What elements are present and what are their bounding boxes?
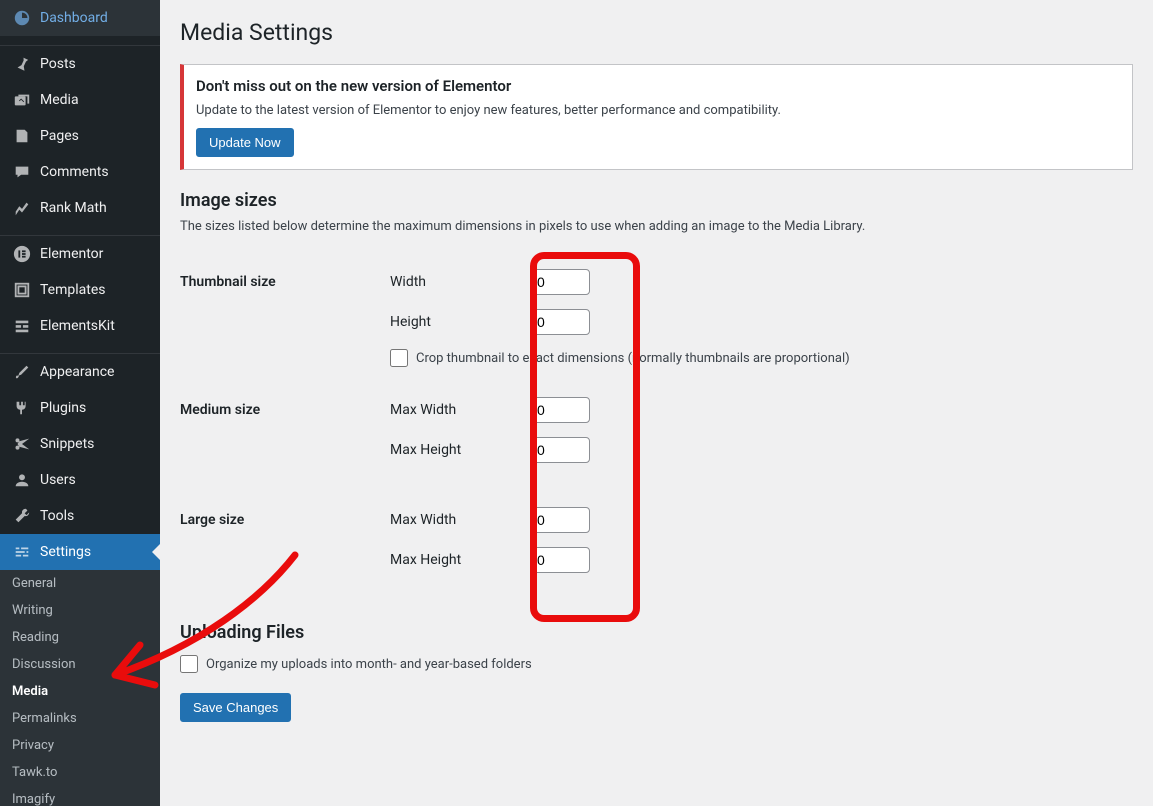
submenu-permalinks[interactable]: Permalinks (0, 705, 160, 732)
update-now-button[interactable]: Update Now (196, 128, 294, 157)
sidebar-item-snippets[interactable]: Snippets (0, 426, 160, 462)
sidebar-item-pages[interactable]: Pages (0, 118, 160, 154)
medium-size-label: Medium size (180, 382, 380, 492)
sidebar-item-posts[interactable]: Posts (0, 46, 160, 82)
image-sizes-description: The sizes listed below determine the max… (180, 219, 1133, 234)
sidebar-item-label: Appearance (40, 364, 114, 380)
large-size-label: Large size (180, 492, 380, 602)
notice-body: Update to the latest version of Elemento… (196, 103, 1120, 118)
submenu-general[interactable]: General (0, 570, 160, 597)
sidebar-item-label: Pages (40, 128, 79, 144)
submenu-imagify[interactable]: Imagify (0, 786, 160, 806)
users-icon (12, 470, 32, 490)
thumbnail-crop-checkbox[interactable] (390, 349, 408, 367)
sidebar-item-appearance[interactable]: Appearance (0, 354, 160, 390)
templates-icon (12, 280, 32, 300)
submenu-media[interactable]: Media (0, 678, 160, 705)
save-changes-button[interactable]: Save Changes (180, 693, 291, 722)
thumbnail-width-input[interactable] (530, 269, 590, 295)
sidebar-item-label: Dashboard (40, 10, 108, 26)
pin-icon (12, 54, 32, 74)
elementor-icon (12, 244, 32, 264)
sidebar-item-label: ElementsKit (40, 318, 115, 334)
sidebar-item-label: Snippets (40, 436, 94, 452)
comments-icon (12, 162, 32, 182)
sidebar-item-rankmath[interactable]: Rank Math (0, 190, 160, 226)
notice-headline: Don't miss out on the new version of Ele… (196, 77, 1120, 95)
sidebar-item-label: Posts (40, 56, 76, 72)
organize-uploads-checkbox[interactable] (180, 655, 198, 673)
medium-maxwidth-input[interactable] (530, 397, 590, 423)
sliders-icon (12, 542, 32, 562)
update-notice: Don't miss out on the new version of Ele… (180, 64, 1133, 170)
submenu-discussion[interactable]: Discussion (0, 651, 160, 678)
submenu-writing[interactable]: Writing (0, 597, 160, 624)
sidebar-item-users[interactable]: Users (0, 462, 160, 498)
sidebar-item-media[interactable]: Media (0, 82, 160, 118)
page-title: Media Settings (180, 10, 1133, 50)
main-content: Media Settings Don't miss out on the new… (160, 0, 1153, 806)
sidebar-item-label: Elementor (40, 246, 103, 262)
sidebar-item-label: Settings (40, 544, 91, 560)
large-maxwidth-label: Max Width (390, 512, 530, 528)
pages-icon (12, 126, 32, 146)
submenu-tawkto[interactable]: Tawk.to (0, 759, 160, 786)
sidebar-item-dashboard[interactable]: Dashboard (0, 0, 160, 36)
brush-icon (12, 362, 32, 382)
thumbnail-height-input[interactable] (530, 309, 590, 335)
image-sizes-heading: Image sizes (180, 190, 1133, 211)
settings-table: Thumbnail size Width Height Crop thumbna… (180, 254, 1133, 602)
sidebar-item-elementskit[interactable]: ElementsKit (0, 308, 160, 344)
admin-sidebar: Dashboard Posts Media Pages Comments Ran… (0, 0, 160, 806)
submenu-privacy[interactable]: Privacy (0, 732, 160, 759)
sidebar-item-settings[interactable]: Settings (0, 534, 160, 570)
large-maxheight-label: Max Height (390, 552, 530, 568)
sidebar-item-label: Comments (40, 164, 109, 180)
sidebar-item-label: Plugins (40, 400, 86, 416)
large-maxwidth-input[interactable] (530, 507, 590, 533)
plug-icon (12, 398, 32, 418)
thumbnail-width-label: Width (390, 274, 530, 290)
sidebar-item-label: Users (40, 472, 76, 488)
sidebar-item-label: Templates (40, 282, 106, 298)
dashboard-icon (12, 8, 32, 28)
ekit-icon (12, 316, 32, 336)
thumbnail-crop-label: Crop thumbnail to exact dimensions (norm… (416, 351, 850, 366)
submenu-reading[interactable]: Reading (0, 624, 160, 651)
sidebar-item-elementor[interactable]: Elementor (0, 236, 160, 272)
sidebar-item-templates[interactable]: Templates (0, 272, 160, 308)
scissors-icon (12, 434, 32, 454)
thumbnail-size-label: Thumbnail size (180, 254, 380, 382)
medium-maxwidth-label: Max Width (390, 402, 530, 418)
media-icon (12, 90, 32, 110)
medium-maxheight-label: Max Height (390, 442, 530, 458)
sidebar-item-comments[interactable]: Comments (0, 154, 160, 190)
thumbnail-height-label: Height (390, 314, 530, 330)
sidebar-item-tools[interactable]: Tools (0, 498, 160, 534)
chart-icon (12, 198, 32, 218)
large-maxheight-input[interactable] (530, 547, 590, 573)
uploading-files-heading: Uploading Files (180, 622, 1133, 643)
sidebar-item-label: Media (40, 92, 79, 108)
settings-submenu: General Writing Reading Discussion Media… (0, 570, 160, 806)
sidebar-item-label: Rank Math (40, 200, 107, 216)
organize-uploads-label: Organize my uploads into month- and year… (206, 657, 532, 672)
wrench-icon (12, 506, 32, 526)
sidebar-item-label: Tools (40, 508, 74, 524)
medium-maxheight-input[interactable] (530, 437, 590, 463)
sidebar-item-plugins[interactable]: Plugins (0, 390, 160, 426)
